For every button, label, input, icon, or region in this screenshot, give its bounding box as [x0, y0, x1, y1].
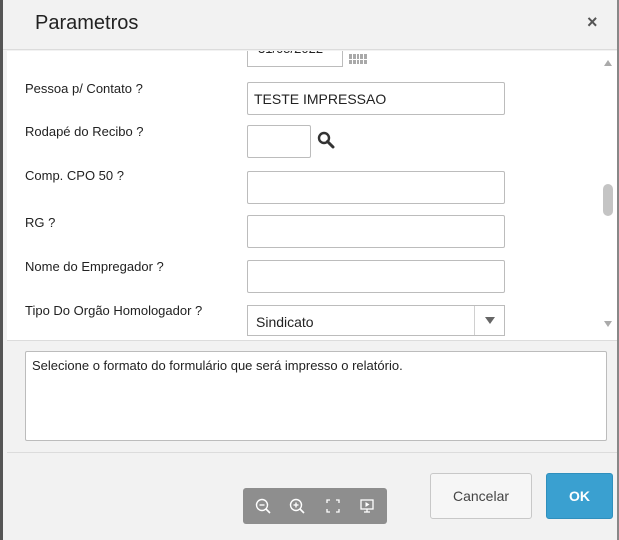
homologation-type-value: Sindicato [256, 314, 314, 330]
chevron-down-icon[interactable] [474, 306, 504, 335]
zoom-toolbar [243, 488, 387, 524]
description-area: Selecione o formato do formulário que se… [7, 340, 617, 452]
zoom-out-icon[interactable] [253, 496, 273, 516]
search-icon[interactable] [317, 131, 335, 149]
ok-button[interactable]: OK [546, 473, 613, 519]
calendar-icon[interactable] [349, 54, 367, 64]
homologation-type-label: Tipo Do Orgão Homologador ? [25, 303, 203, 318]
scroll-down-icon[interactable] [604, 321, 612, 327]
receipt-footer-label: Rodapé do Recibo ? [25, 124, 144, 139]
dialog-titlebar: Parametros × [3, 0, 617, 50]
homologation-type-select[interactable]: Sindicato [247, 305, 505, 336]
parameters-form: 31/05/2022 Pessoa p/ Contato ? TESTE IMP… [7, 51, 617, 340]
cancel-button[interactable]: Cancelar [430, 473, 532, 519]
form-scrollbar[interactable] [599, 51, 617, 340]
rg-input[interactable] [247, 215, 505, 248]
close-icon[interactable]: × [587, 12, 598, 33]
date-field[interactable]: 31/05/2022 [247, 51, 343, 67]
contact-person-label: Pessoa p/ Contato ? [25, 81, 143, 96]
comp-cpo50-input[interactable] [247, 171, 505, 204]
rg-label: RG ? [25, 215, 56, 230]
receipt-footer-input[interactable] [247, 125, 311, 158]
scroll-up-icon[interactable] [604, 60, 612, 66]
present-icon[interactable] [357, 496, 377, 516]
fit-screen-icon[interactable] [323, 496, 343, 516]
comp-cpo50-label: Comp. CPO 50 ? [25, 168, 124, 183]
scroll-thumb[interactable] [603, 184, 613, 216]
dialog-footer: Cancelar OK [7, 452, 617, 540]
parameters-dialog: Parametros × 31/05/2022 Pessoa p/ Contat… [0, 0, 619, 540]
employer-name-label: Nome do Empregador ? [25, 259, 164, 274]
zoom-in-icon[interactable] [287, 496, 307, 516]
description-text: Selecione o formato do formulário que se… [25, 351, 607, 441]
employer-name-input[interactable] [247, 260, 505, 293]
dialog-title: Parametros [35, 12, 139, 34]
contact-person-input[interactable]: TESTE IMPRESSAO [247, 82, 505, 115]
